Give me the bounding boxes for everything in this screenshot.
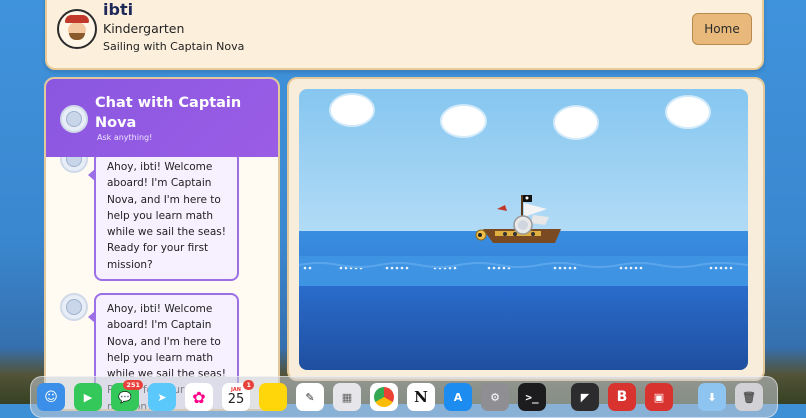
deep-sea	[299, 286, 748, 370]
cursor-app-icon[interactable]: ◤	[571, 383, 599, 411]
chrome-icon[interactable]	[370, 383, 398, 411]
calendar-icon[interactable]: JAN 25 1	[222, 380, 254, 411]
cloud	[442, 106, 485, 136]
chat-subtitle: Ask anything!	[97, 133, 153, 142]
trash-icon[interactable]: 🗑	[735, 383, 763, 411]
facetime-icon[interactable]: ▶	[74, 383, 102, 411]
home-button[interactable]: Home	[692, 13, 752, 45]
terminal-icon[interactable]: >_	[518, 383, 546, 411]
freeform-icon[interactable]: ✎	[296, 383, 324, 411]
app-store-icon[interactable]: A	[444, 383, 472, 411]
launchpad-icon[interactable]: ▦	[333, 383, 361, 411]
system-settings-icon[interactable]: ⚙	[481, 383, 509, 411]
pirate-ship	[475, 195, 561, 243]
lesson-title: Sailing with Captain Nova	[103, 40, 245, 53]
user-name: ibti	[103, 0, 134, 19]
macos-dock: ☺ ▶ 💬 251 ➤ ✿ JAN 25 1 ✎ ▦ N A ⚙ >_ ◤ B ▣…	[30, 376, 778, 418]
chat-title: Chat with Captain Nova	[95, 95, 242, 131]
chat-messages[interactable]: Ahoy, ibti! Welcome aboard! I'm Captain …	[46, 157, 278, 409]
downloads-folder-icon[interactable]: ⬇	[698, 383, 726, 411]
photos-icon[interactable]: ✿	[185, 383, 213, 411]
captain-nova-avatar-icon	[60, 105, 88, 133]
maps-icon[interactable]: ➤	[148, 383, 176, 411]
cloud	[331, 95, 373, 125]
chat-header: Chat with Captain Nova Ask anything!	[46, 79, 278, 157]
notion-icon[interactable]: N	[407, 383, 435, 411]
messages-icon[interactable]: 💬 251	[111, 380, 143, 411]
game-panel	[287, 77, 765, 381]
chat-message: Ahoy, ibti! Welcome aboard! I'm Captain …	[88, 157, 239, 282]
wave-foam	[299, 262, 748, 270]
cloud	[555, 107, 597, 138]
finder-icon[interactable]: ☺	[37, 383, 65, 411]
cloud	[667, 97, 709, 127]
grade-level: Kindergarten	[103, 21, 185, 36]
user-avatar	[57, 9, 97, 49]
cards-app-icon[interactable]: ▣	[645, 383, 673, 411]
app-header: ibti Kindergarten Sailing with Captain N…	[45, 0, 764, 70]
captain-nova-avatar-icon	[60, 293, 88, 321]
captain-nova-avatar-icon	[60, 157, 88, 173]
game-scene[interactable]	[299, 89, 748, 370]
notes-icon[interactable]	[259, 383, 287, 411]
bear-app-icon[interactable]: B	[608, 383, 636, 411]
chat-panel: Chat with Captain Nova Ask anything! Aho…	[44, 77, 280, 411]
